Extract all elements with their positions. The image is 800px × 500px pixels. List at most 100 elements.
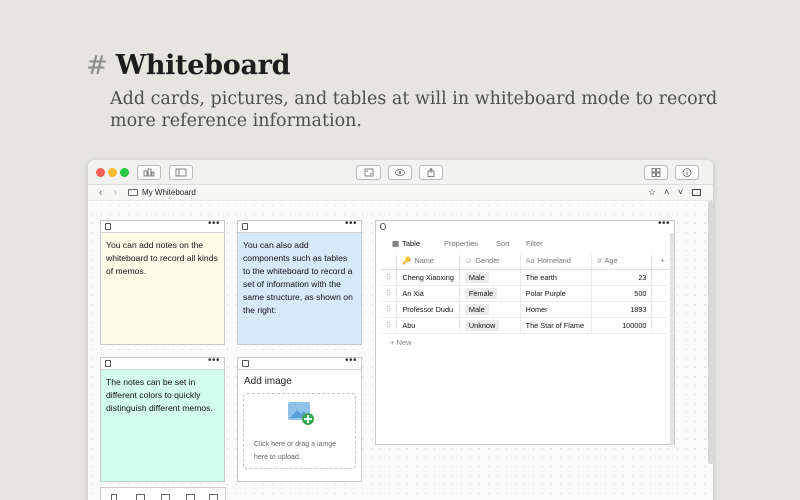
- number-icon: #: [597, 256, 602, 266]
- more-options-button[interactable]: •••: [345, 218, 357, 229]
- note-icon: [105, 223, 111, 230]
- more-options-button[interactable]: •••: [658, 218, 670, 229]
- cell-homeland[interactable]: Polar Purple: [520, 285, 593, 302]
- star-icon[interactable]: ☆: [648, 187, 656, 198]
- cell-name[interactable]: Abu: [396, 317, 460, 334]
- expand-icon: [364, 168, 373, 177]
- drag-handle-icon[interactable]: ⠿: [381, 317, 398, 334]
- drag-handle-icon[interactable]: ⠿: [381, 301, 398, 318]
- drag-handle-icon[interactable]: ⠿: [381, 269, 398, 286]
- zoom-window-button[interactable]: [120, 168, 129, 177]
- view-icon: [395, 169, 405, 176]
- hierarchy-button[interactable]: [137, 165, 161, 180]
- column-header-name[interactable]: 🔑 Name: [396, 253, 460, 270]
- note-text[interactable]: You can add notes on the whiteboard to r…: [106, 239, 219, 278]
- app-window: ‹ › My Whiteboard ☆ ˄ ˅ ••• You can add …: [88, 160, 713, 500]
- drag-handle-icon[interactable]: ⠿: [381, 285, 398, 302]
- more-options-button[interactable]: •••: [345, 355, 357, 366]
- cell-age[interactable]: 1893: [591, 301, 653, 318]
- column-header-gender[interactable]: ☺ Gender: [459, 253, 521, 270]
- forward-button[interactable]: ›: [114, 187, 117, 197]
- expand-button[interactable]: [356, 165, 381, 180]
- more-options-button[interactable]: •••: [208, 218, 220, 229]
- cell-age[interactable]: 500: [591, 285, 653, 302]
- grid-view-button[interactable]: [644, 165, 668, 180]
- info-button[interactable]: [675, 165, 699, 180]
- cell-name[interactable]: Professor Dudu: [396, 301, 460, 318]
- image-card-title: Add image: [244, 376, 292, 387]
- cell-age[interactable]: 23: [591, 269, 653, 286]
- task-insert-icon[interactable]: [186, 494, 195, 500]
- whiteboard-canvas[interactable]: ••• You can add notes on the whiteboard …: [88, 201, 713, 500]
- sidebar-icon: [175, 168, 187, 177]
- titlebar: [88, 160, 713, 185]
- column-header-homeland[interactable]: Aa Homeland: [520, 253, 593, 270]
- tab-sort[interactable]: Sort: [496, 239, 510, 248]
- key-icon: 🔑: [402, 256, 412, 266]
- cell-homeland[interactable]: The earth: [520, 269, 593, 286]
- image-card[interactable]: ••• Add image Click here or drag a iamge…: [237, 355, 362, 482]
- note-text[interactable]: You can also add components such as tabl…: [243, 239, 356, 317]
- note-insert-icon[interactable]: [111, 494, 117, 500]
- hash-mark: #: [86, 51, 108, 81]
- cell-name[interactable]: An Xia: [396, 285, 460, 302]
- note-text[interactable]: The notes can be set in different colors…: [106, 376, 219, 415]
- breadcrumb[interactable]: My Whiteboard: [142, 188, 196, 197]
- table-insert-icon[interactable]: [161, 494, 170, 500]
- cell-homeland[interactable]: Homer: [520, 301, 593, 318]
- table-row[interactable]: ⠿ Professor Dudu Male Homer 1893: [381, 301, 674, 318]
- note-card[interactable]: ••• You can add notes on the whiteboard …: [100, 218, 225, 345]
- more-options-button[interactable]: •••: [208, 355, 220, 366]
- cell-name[interactable]: Cheng Xiaoxing: [396, 269, 460, 286]
- share-icon: [427, 168, 435, 177]
- table-row[interactable]: ⠿ Abu Unknow The Star of Flame 100000: [381, 317, 674, 334]
- page-subtitle: Add cards, pictures, and tables at will …: [110, 89, 718, 131]
- view-button[interactable]: [388, 165, 412, 180]
- tab-properties[interactable]: Properties: [444, 239, 478, 248]
- cell-gender[interactable]: Female: [459, 285, 521, 302]
- add-column-button[interactable]: +: [651, 253, 674, 270]
- note-card[interactable]: ••• The notes can be set in different co…: [100, 355, 225, 482]
- back-button[interactable]: ‹: [99, 187, 102, 197]
- insert-toolbar: [100, 487, 226, 500]
- cell-gender[interactable]: Male: [459, 269, 521, 286]
- card-header: •••: [238, 218, 361, 233]
- note-icon: [242, 223, 248, 230]
- image-insert-icon[interactable]: [136, 494, 145, 500]
- data-table: 🔑 Name ☺ Gender Aa Homeland # Age + ⠿ Cheng …: [381, 253, 674, 334]
- table-row[interactable]: ⠿ An Xia Female Polar Purple 500: [381, 285, 674, 302]
- tab-table[interactable]: ▦ Table: [392, 239, 420, 248]
- cell-gender[interactable]: Male: [459, 301, 521, 318]
- share-button[interactable]: [419, 165, 443, 180]
- note-card[interactable]: ••• You can also add components such as …: [237, 218, 362, 345]
- table-card[interactable]: ••• ▦ Table Properties Sort Filter 🔑 Name …: [375, 218, 675, 445]
- close-window-button[interactable]: [96, 168, 105, 177]
- info-icon: [682, 168, 692, 177]
- navigation-bar: ‹ › My Whiteboard ☆ ˄ ˅: [88, 185, 713, 201]
- card-insert-icon[interactable]: [209, 494, 218, 500]
- card-header: •••: [101, 355, 224, 370]
- database-icon: [380, 223, 386, 230]
- table-row[interactable]: ⠿ Cheng Xiaoxing Male The earth 23: [381, 269, 674, 286]
- whiteboard-icon: [128, 189, 138, 196]
- note-icon: [105, 360, 111, 367]
- hierarchy-icon: [143, 168, 155, 177]
- panel-toggle-icon[interactable]: [692, 189, 701, 196]
- text-icon: Aa: [525, 256, 535, 266]
- cell-homeland[interactable]: The Star of Flame: [520, 317, 593, 334]
- image-icon: [242, 360, 249, 367]
- gender-icon: ☺: [464, 256, 473, 266]
- chevron-down-icon[interactable]: ˅: [678, 187, 683, 197]
- sidebar-toggle-button[interactable]: [169, 165, 193, 180]
- chevron-up-icon[interactable]: ˄: [664, 187, 669, 197]
- card-header: •••: [101, 218, 224, 233]
- tab-filter[interactable]: Filter: [526, 239, 543, 248]
- minimize-window-button[interactable]: [108, 168, 117, 177]
- column-header-age[interactable]: # Age: [591, 253, 653, 270]
- vertical-scrollbar[interactable]: [708, 201, 713, 464]
- add-row-button[interactable]: + New: [390, 338, 411, 347]
- upload-hint: Click here or drag a iamge here to uploa…: [254, 441, 337, 461]
- cell-age[interactable]: 100000: [591, 317, 653, 334]
- cell-gender[interactable]: Unknow: [459, 317, 521, 334]
- image-drop-zone[interactable]: Click here or drag a iamge here to uploa…: [243, 393, 356, 469]
